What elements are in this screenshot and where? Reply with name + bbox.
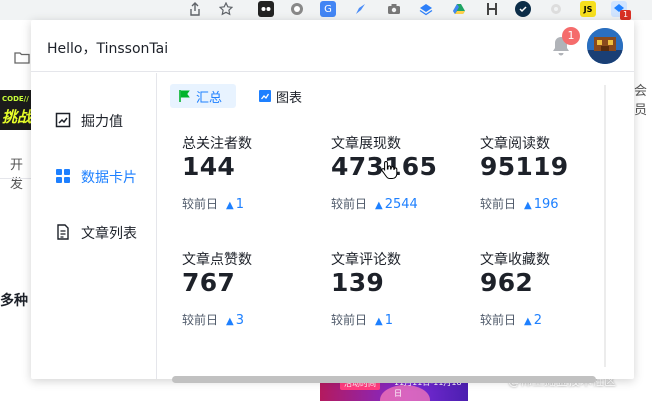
flag-icon bbox=[178, 89, 192, 103]
content-panel: 汇总 图表 总关注者数 144 较前日 ▲ 1 文章展现数 473165 较前日 ▲ 2… bbox=[158, 73, 634, 383]
banner-main-text: 挑战 bbox=[2, 108, 32, 126]
greeting-text: Hello，TinssonTai bbox=[47, 41, 169, 57]
sidebar-item-data-cards[interactable]: 数据卡片 bbox=[31, 160, 156, 192]
divider bbox=[0, 178, 32, 179]
stat-card-likes: 文章点赞数 767 较前日 ▲ 3 bbox=[182, 249, 322, 349]
sidebar: 掘力值 数据卡片 文章列表 bbox=[31, 73, 157, 379]
card-footer: 较前日 ▲ 2 bbox=[480, 311, 542, 328]
compare-label: 较前日 bbox=[331, 313, 368, 327]
browser-toolbar: G JS 1 bbox=[0, 0, 652, 20]
banner-top-text: CODE// bbox=[2, 95, 29, 103]
folder-icon bbox=[14, 52, 30, 68]
card-footer: 较前日 ▲ 1 bbox=[331, 311, 393, 328]
card-value: 139 bbox=[331, 268, 385, 297]
card-footer: 较前日 ▲ 1 bbox=[182, 195, 244, 212]
sidebar-item-label: 数据卡片 bbox=[81, 170, 137, 186]
horizontal-scrollbar[interactable] bbox=[172, 376, 596, 383]
notification-badge: 1 bbox=[562, 27, 580, 45]
card-title: 文章点赞数 bbox=[182, 252, 252, 268]
js-icon[interactable]: JS bbox=[580, 1, 596, 17]
delta-value: 1 bbox=[384, 313, 393, 328]
card-footer: 较前日 ▲ 2544 bbox=[331, 195, 418, 212]
card-footer: 较前日 ▲ 196 bbox=[480, 195, 559, 212]
up-arrow-icon: ▲ bbox=[375, 316, 383, 327]
sidebar-item-article-list[interactable]: 文章列表 bbox=[31, 216, 156, 248]
share-icon[interactable] bbox=[187, 1, 203, 17]
extension-mask-icon[interactable] bbox=[258, 1, 274, 17]
background-page: CODE// 挑战 开发 多种 bbox=[0, 20, 32, 401]
delta-value: 2 bbox=[533, 313, 542, 328]
delta-value: 196 bbox=[533, 197, 559, 212]
avatar[interactable] bbox=[587, 28, 623, 64]
background-tab-label[interactable]: 开发 bbox=[10, 154, 32, 192]
settings-icon[interactable] bbox=[548, 1, 564, 17]
stat-card-followers: 总关注者数 144 较前日 ▲ 1 bbox=[182, 133, 322, 233]
line-chart-icon bbox=[258, 89, 272, 103]
compare-label: 较前日 bbox=[480, 197, 517, 211]
star-icon[interactable] bbox=[218, 1, 234, 17]
background-heading: 多种 bbox=[0, 293, 28, 309]
tab-label: 汇总 bbox=[196, 90, 223, 106]
up-arrow-icon: ▲ bbox=[524, 316, 532, 327]
tab-label: 图表 bbox=[276, 90, 303, 106]
extension-badge: 1 bbox=[620, 10, 631, 20]
stat-card-reads: 文章阅读数 95119 较前日 ▲ 196 bbox=[480, 133, 620, 233]
sidebar-item-label: 掘力值 bbox=[81, 114, 123, 130]
delta-value: 2544 bbox=[384, 197, 418, 212]
extension-rocket-icon[interactable] bbox=[353, 1, 369, 17]
compare-label: 较前日 bbox=[331, 197, 368, 211]
tab-summary[interactable]: 汇总 bbox=[170, 84, 236, 108]
drive-icon[interactable] bbox=[451, 1, 467, 17]
hand-cursor-icon bbox=[380, 160, 398, 180]
popup-header: Hello，TinssonTai 1 bbox=[31, 20, 634, 72]
vertical-scrollbar[interactable] bbox=[604, 85, 606, 367]
stat-card-impressions: 文章展现数 473165 较前日 ▲ 2544 bbox=[331, 133, 471, 233]
card-title: 文章评论数 bbox=[331, 252, 401, 268]
grid-icon bbox=[55, 168, 71, 184]
background-right-label[interactable]: 会员 bbox=[634, 80, 652, 118]
background-right-area bbox=[633, 20, 652, 80]
card-title: 文章收藏数 bbox=[480, 252, 550, 268]
sidebar-item-label: 文章列表 bbox=[81, 226, 137, 242]
card-value: 95119 bbox=[480, 152, 569, 181]
card-title: 文章阅读数 bbox=[480, 136, 550, 152]
compare-label: 较前日 bbox=[480, 313, 517, 327]
delta-value: 3 bbox=[235, 313, 244, 328]
delta-value: 1 bbox=[235, 197, 244, 212]
extension-circle-icon[interactable] bbox=[289, 1, 305, 17]
stat-card-favorites: 文章收藏数 962 较前日 ▲ 2 bbox=[480, 249, 620, 349]
trend-chart-icon bbox=[55, 112, 71, 128]
up-arrow-icon: ▲ bbox=[524, 200, 532, 211]
check-circle-icon[interactable] bbox=[515, 1, 531, 17]
card-value: 767 bbox=[182, 268, 236, 297]
background-banner[interactable]: CODE// 挑战 bbox=[0, 90, 32, 130]
card-value: 144 bbox=[182, 152, 236, 181]
translate-icon[interactable]: G bbox=[320, 1, 336, 17]
up-arrow-icon: ▲ bbox=[226, 316, 234, 327]
tab-chart[interactable]: 图表 bbox=[250, 84, 310, 108]
sidebar-item-juelizhi[interactable]: 掘力值 bbox=[31, 104, 156, 136]
extension-h-icon[interactable] bbox=[484, 1, 500, 17]
card-value: 962 bbox=[480, 268, 534, 297]
extension-layers-icon[interactable] bbox=[418, 1, 434, 17]
up-arrow-icon: ▲ bbox=[226, 200, 234, 211]
card-footer: 较前日 ▲ 3 bbox=[182, 311, 244, 328]
card-title: 总关注者数 bbox=[182, 136, 252, 152]
extension-popup: Hello，TinssonTai 1 掘力值 数据卡片 文章列表 汇总 图表 总… bbox=[31, 20, 634, 383]
card-title: 文章展现数 bbox=[331, 136, 401, 152]
document-icon bbox=[55, 224, 71, 240]
compare-label: 较前日 bbox=[182, 313, 219, 327]
camera-icon[interactable] bbox=[386, 1, 402, 17]
compare-label: 较前日 bbox=[182, 197, 219, 211]
up-arrow-icon: ▲ bbox=[375, 200, 383, 211]
stat-card-comments: 文章评论数 139 较前日 ▲ 1 bbox=[331, 249, 471, 349]
